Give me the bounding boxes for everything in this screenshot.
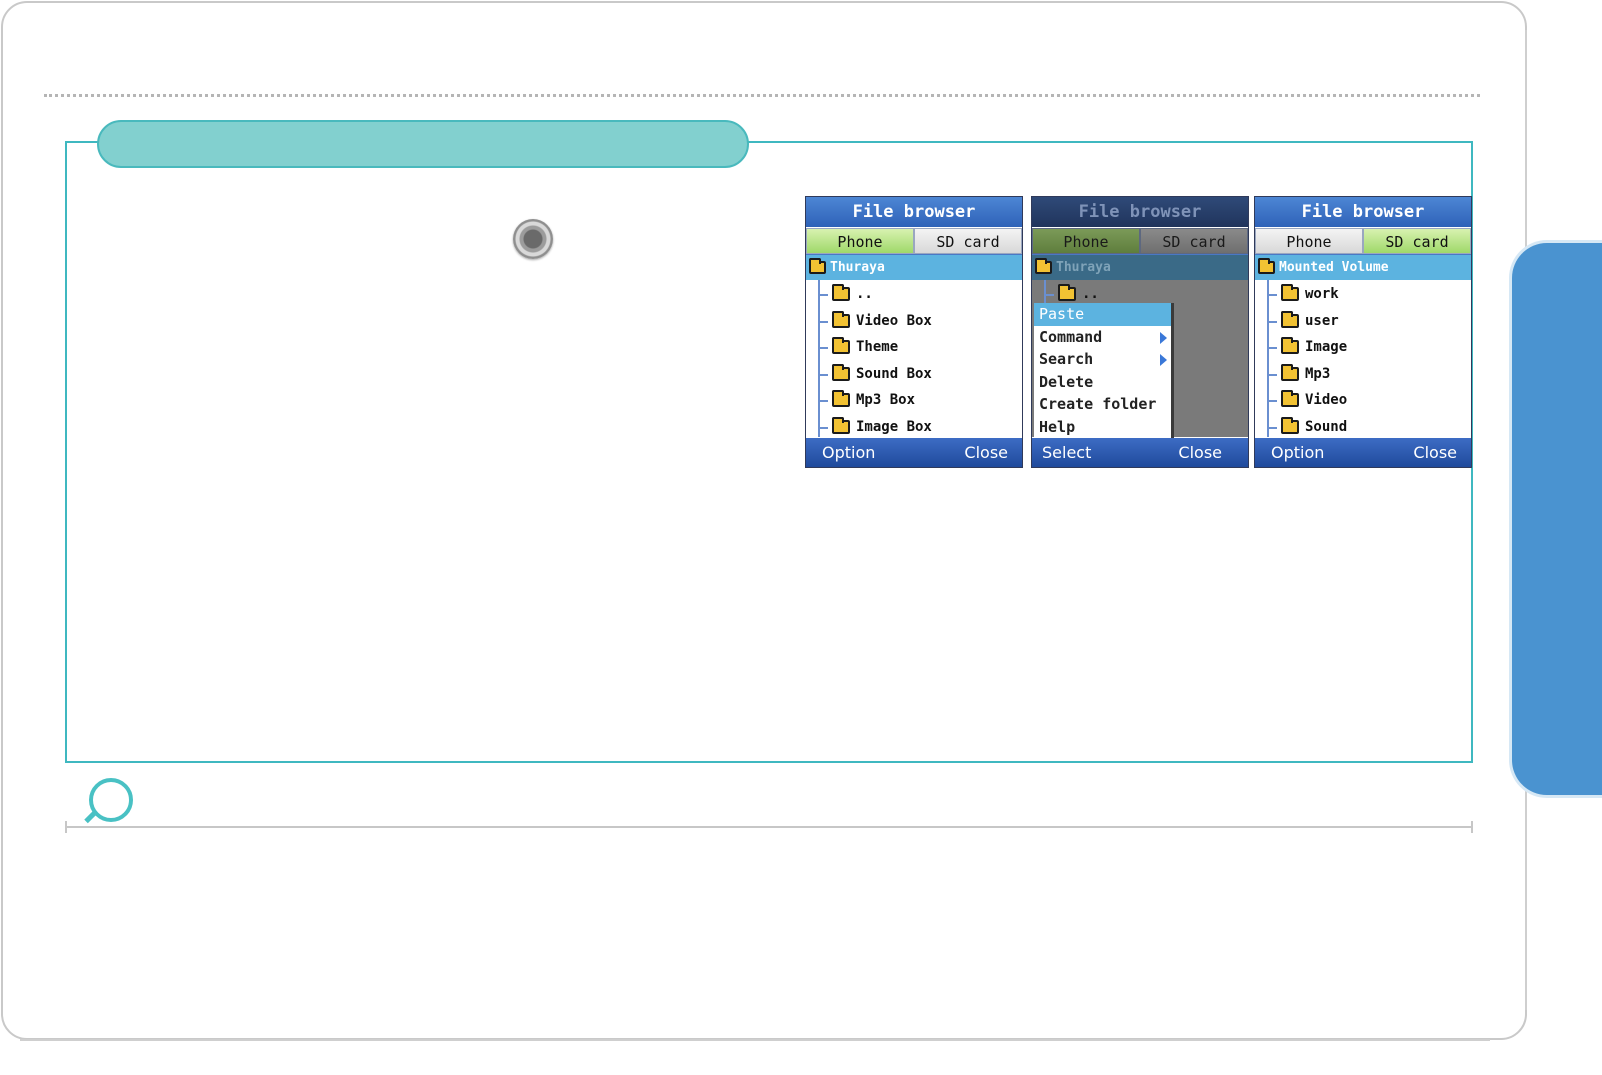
phone-screen-file-browser-sd-card: File browser Phone SD card Mounted Volum… [1254, 196, 1472, 468]
menu-item-help[interactable]: Help [1034, 416, 1171, 439]
list-item[interactable]: Image Box [806, 414, 1022, 441]
select-softkey[interactable]: Select [1042, 443, 1091, 462]
folder-icon [832, 337, 850, 355]
list-item[interactable]: Mp3 Box [806, 387, 1022, 414]
close-softkey[interactable]: Close [1178, 443, 1222, 462]
folder-open-icon [1258, 258, 1275, 274]
root-folder-row[interactable]: Mounted Volume [1255, 255, 1471, 280]
folder-label: Image Box [856, 418, 932, 435]
root-folder-label: Thuraya [1056, 260, 1111, 275]
menu-item-label: Command [1039, 327, 1103, 346]
folder-icon [1281, 337, 1299, 355]
folder-label: .. [1082, 286, 1099, 303]
folder-icon [1281, 416, 1299, 434]
list-item[interactable]: Sound [1255, 414, 1471, 441]
folder-icon [1281, 284, 1299, 302]
softkey-bar: Option Close [1255, 438, 1471, 467]
submenu-arrow-icon [1160, 354, 1167, 367]
softkey-bar: Option Close [806, 438, 1022, 467]
storage-tabs: Phone SD card [1255, 228, 1471, 255]
chapter-side-tab [1509, 240, 1602, 798]
section-title-banner [97, 120, 749, 168]
submenu-arrow-icon [1160, 331, 1167, 344]
folder-icon [1281, 310, 1299, 328]
storage-tabs: Phone SD card [806, 228, 1022, 255]
menu-item-search[interactable]: Search [1034, 348, 1171, 371]
note-divider [65, 826, 1473, 828]
list-item[interactable]: .. [806, 281, 1022, 308]
note-divider-cap-right [1471, 821, 1473, 833]
menu-item-paste[interactable]: Paste [1034, 303, 1171, 326]
phone-screen-option-menu: File browser Phone SD card Thuraya .. Pa… [1031, 196, 1249, 468]
folder-label: Video Box [856, 312, 932, 329]
folder-list: work user Image Mp3 Video Sound [1255, 280, 1471, 437]
option-softkey[interactable]: Option [822, 443, 875, 462]
folder-open-icon [809, 258, 826, 274]
options-popup-menu: Paste Command Search Delete Create folde… [1034, 303, 1174, 440]
option-softkey[interactable]: Option [1271, 443, 1324, 462]
menu-item-label: Search [1039, 350, 1094, 369]
folder-icon [1281, 390, 1299, 408]
root-folder-row[interactable]: Thuraya [1032, 255, 1248, 280]
menu-item-delete[interactable]: Delete [1034, 371, 1171, 394]
close-softkey[interactable]: Close [964, 443, 1008, 462]
tab-sd-card[interactable]: SD card [1140, 228, 1248, 254]
menu-item-command[interactable]: Command [1034, 326, 1171, 349]
folder-label: work [1305, 286, 1339, 303]
screen-title: File browser [1032, 197, 1248, 228]
tab-sd-card[interactable]: SD card [1363, 228, 1471, 254]
storage-tabs: Phone SD card [1032, 228, 1248, 255]
folder-label: user [1305, 312, 1339, 329]
folder-icon [832, 390, 850, 408]
menu-item-create-folder[interactable]: Create folder [1034, 393, 1171, 416]
list-item[interactable]: Theme [806, 334, 1022, 361]
close-softkey[interactable]: Close [1413, 443, 1457, 462]
root-folder-row[interactable]: Thuraya [806, 255, 1022, 280]
folder-label: Image [1305, 339, 1348, 356]
screen-title: File browser [806, 197, 1022, 228]
list-item[interactable]: user [1255, 308, 1471, 335]
note-divider-cap-left [65, 821, 67, 833]
folder-icon [1281, 363, 1299, 381]
tab-phone[interactable]: Phone [1032, 228, 1140, 254]
list-item[interactable]: Mp3 [1255, 361, 1471, 388]
folder-label: .. [856, 286, 873, 303]
list-item[interactable]: Video Box [806, 308, 1022, 335]
tab-phone[interactable]: Phone [806, 228, 914, 254]
folder-icon [832, 363, 850, 381]
list-item[interactable]: Image [1255, 334, 1471, 361]
list-item[interactable]: Video [1255, 387, 1471, 414]
softkey-bar: Select Close [1032, 438, 1248, 467]
phone-screen-file-browser-phone: File browser Phone SD card Thuraya .. Vi… [805, 196, 1023, 468]
folder-icon [832, 284, 850, 302]
joystick-icon [513, 219, 553, 259]
root-folder-label: Mounted Volume [1279, 260, 1389, 275]
folder-icon [832, 310, 850, 328]
folder-open-icon [1035, 258, 1052, 274]
folder-label: Theme [856, 339, 899, 356]
folder-label: Sound Box [856, 365, 932, 382]
folder-icon [1058, 284, 1076, 302]
folder-label: Sound [1305, 418, 1348, 435]
folder-list: .. Video Box Theme Sound Box Mp3 Box Ima… [806, 280, 1022, 437]
folder-icon [832, 416, 850, 434]
list-item[interactable]: Sound Box [806, 361, 1022, 388]
folder-label: Mp3 [1305, 365, 1331, 382]
list-item[interactable]: work [1255, 281, 1471, 308]
frame-bottom-border [20, 1039, 1490, 1041]
root-folder-label: Thuraya [830, 260, 885, 275]
screen-title: File browser [1255, 197, 1471, 228]
tab-sd-card[interactable]: SD card [914, 228, 1022, 254]
folder-label: Video [1305, 392, 1348, 409]
header-dotted-divider [44, 94, 1480, 97]
folder-label: Mp3 Box [856, 392, 916, 409]
tab-phone[interactable]: Phone [1255, 228, 1363, 254]
